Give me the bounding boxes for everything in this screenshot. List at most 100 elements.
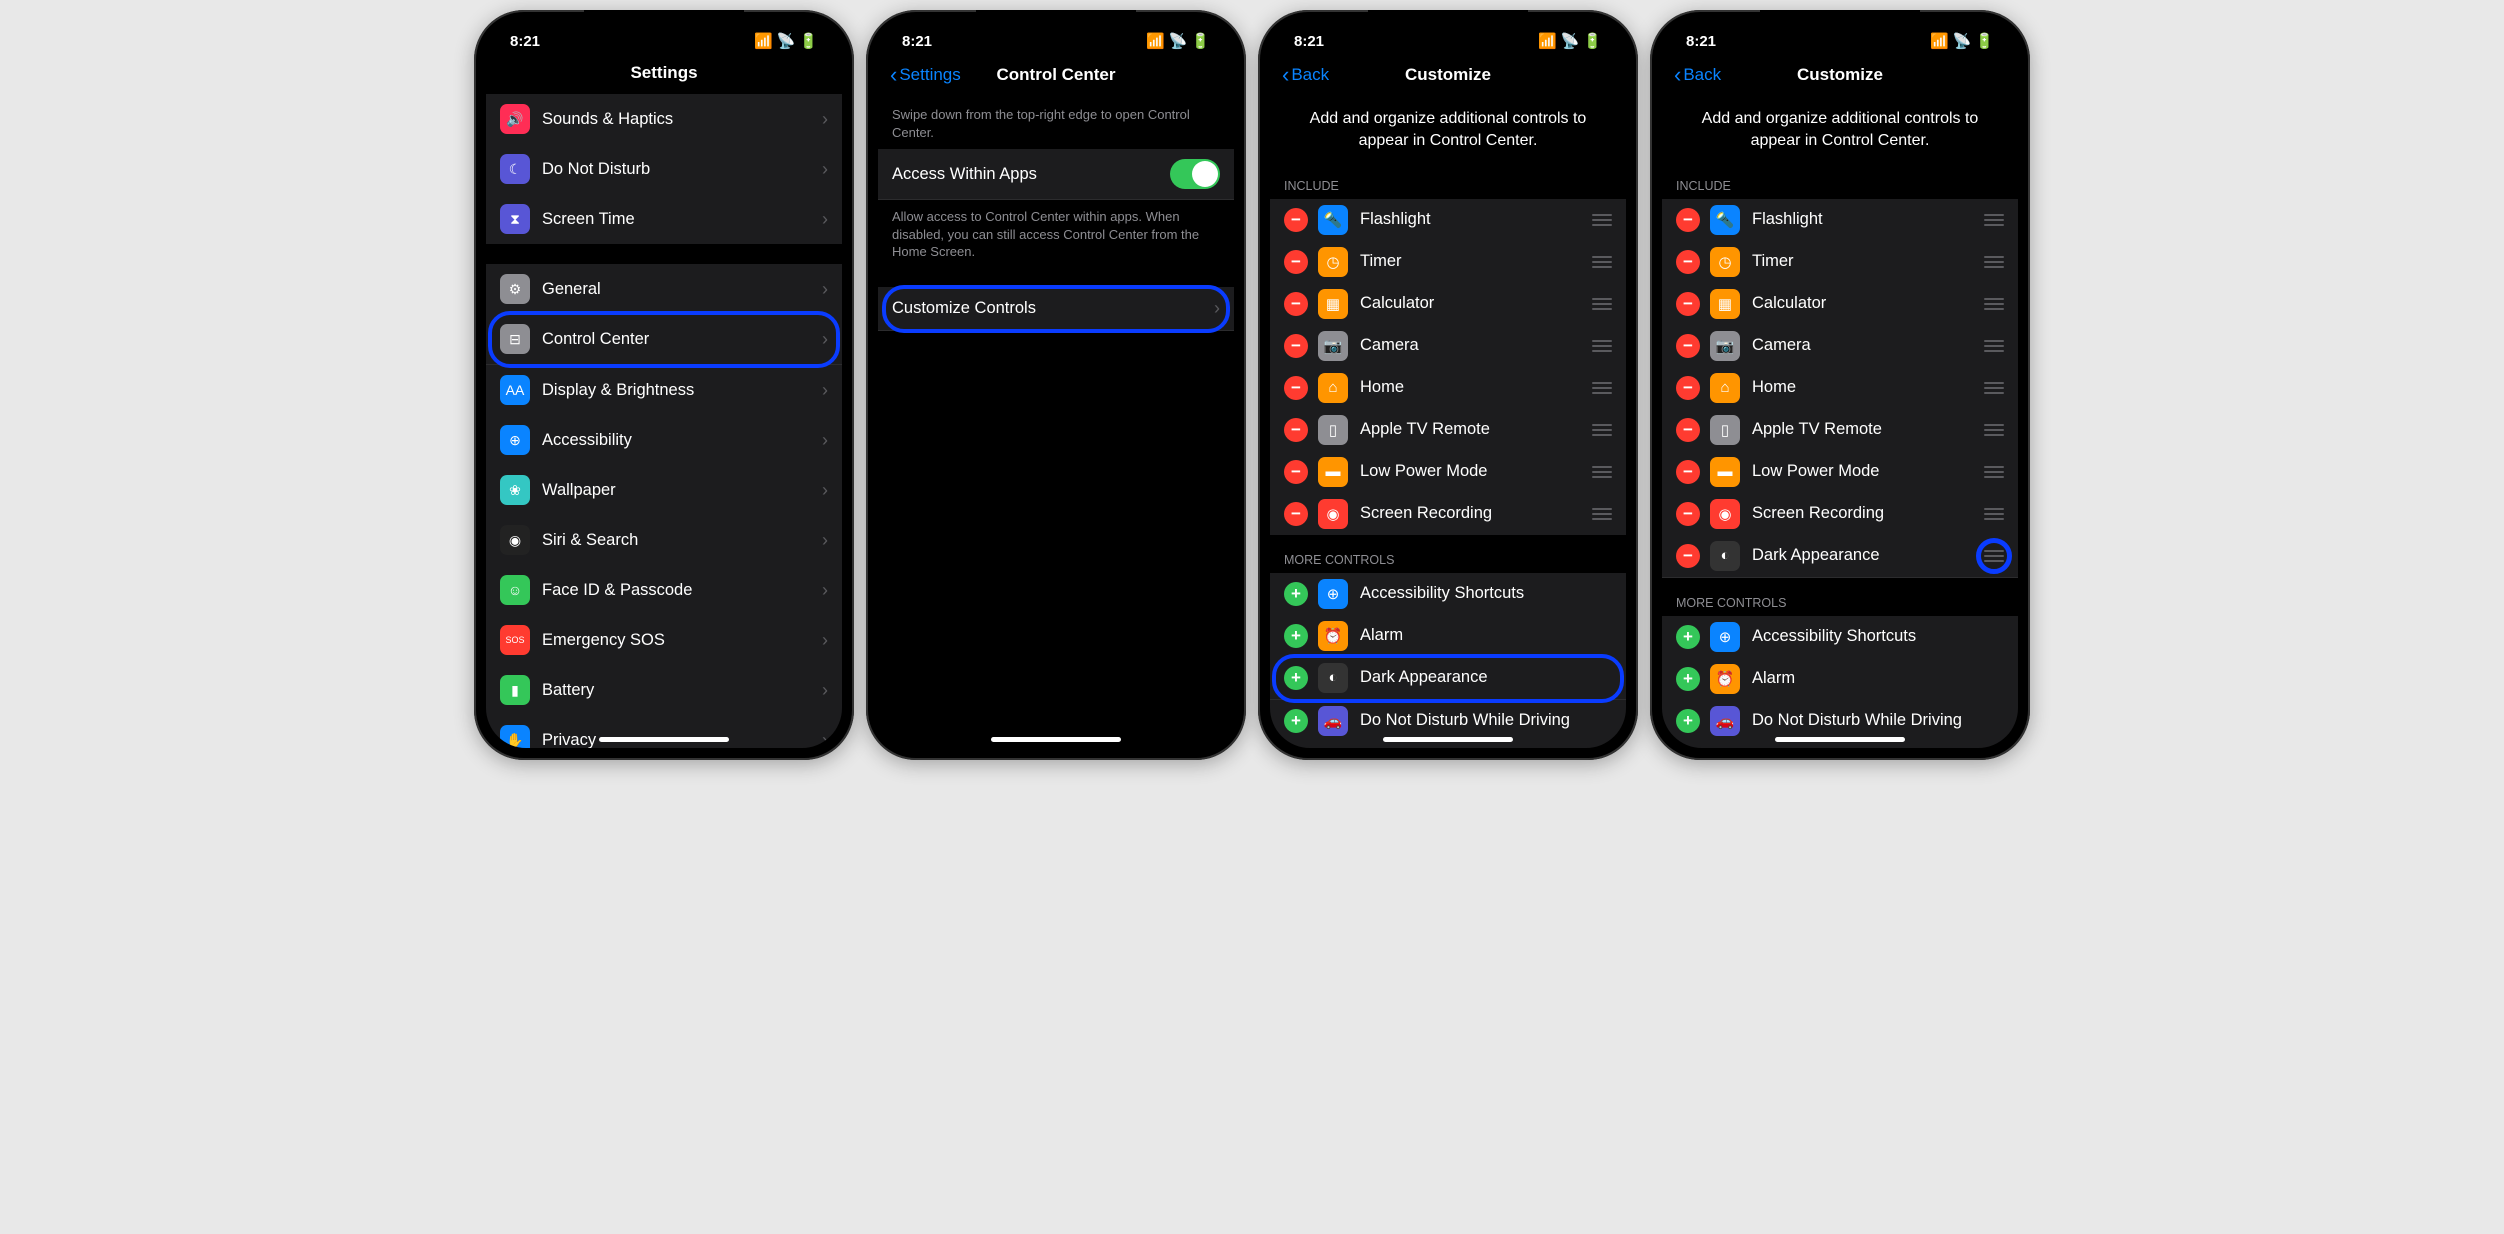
remove-button[interactable]: − <box>1284 460 1308 484</box>
remove-button[interactable]: − <box>1676 418 1700 442</box>
reorder-grip-icon[interactable] <box>1592 424 1612 436</box>
control-row[interactable]: − ▯ Apple TV Remote <box>1662 409 2018 451</box>
control-row[interactable]: − ⌂ Home <box>1662 367 2018 409</box>
settings-row[interactable]: SOS Emergency SOS › <box>486 615 842 665</box>
control-row[interactable]: + ✉ Feedback Assistant <box>1662 742 2018 748</box>
settings-row[interactable]: ⧗ Screen Time › <box>486 194 842 244</box>
remove-button[interactable]: − <box>1284 292 1308 316</box>
remove-button[interactable]: − <box>1284 418 1308 442</box>
settings-row[interactable]: ☺ Face ID & Passcode › <box>486 565 842 615</box>
settings-row[interactable]: ⊕ Accessibility › <box>486 415 842 465</box>
add-button[interactable]: + <box>1676 667 1700 691</box>
remove-button[interactable]: − <box>1676 292 1700 316</box>
control-row[interactable]: − ▯ Apple TV Remote <box>1270 409 1626 451</box>
remove-button[interactable]: − <box>1676 250 1700 274</box>
control-row[interactable]: − ◐ Dark Appearance <box>1662 535 2018 578</box>
control-row[interactable]: − ▦ Calculator <box>1662 283 2018 325</box>
control-row[interactable]: + ⊕ Accessibility Shortcuts <box>1662 616 2018 658</box>
control-row[interactable]: + ⏰ Alarm <box>1270 615 1626 657</box>
nav-bar: ‹ Settings Control Center <box>878 54 1234 98</box>
reorder-grip-icon[interactable] <box>1592 298 1612 310</box>
remove-button[interactable]: − <box>1284 250 1308 274</box>
control-row[interactable]: − 📷 Camera <box>1662 325 2018 367</box>
settings-row[interactable]: AA Display & Brightness › <box>486 365 842 415</box>
reorder-grip-icon[interactable] <box>1984 466 2004 478</box>
home-indicator[interactable] <box>1383 737 1513 742</box>
back-button[interactable]: ‹ Settings <box>890 62 961 88</box>
remove-button[interactable]: − <box>1676 208 1700 232</box>
control-row[interactable]: − ◷ Timer <box>1270 241 1626 283</box>
reorder-grip-icon[interactable] <box>1984 340 2004 352</box>
reorder-grip-icon[interactable] <box>1984 508 2004 520</box>
control-row[interactable]: − ◷ Timer <box>1662 241 2018 283</box>
reorder-grip-icon[interactable] <box>1592 256 1612 268</box>
add-button[interactable]: + <box>1284 624 1308 648</box>
reorder-grip-icon[interactable] <box>1984 550 2004 562</box>
reorder-grip-icon[interactable] <box>1592 382 1612 394</box>
home-indicator[interactable] <box>1775 737 1905 742</box>
reorder-grip-icon[interactable] <box>1984 214 2004 226</box>
control-row[interactable]: − 🔦 Flashlight <box>1662 199 2018 241</box>
add-button[interactable]: + <box>1676 709 1700 733</box>
settings-row[interactable]: ◉ Siri & Search › <box>486 515 842 565</box>
control-row[interactable]: − ▬ Low Power Mode <box>1270 451 1626 493</box>
customize-label: Customize Controls <box>892 299 1214 318</box>
add-button[interactable]: + <box>1284 582 1308 606</box>
settings-row[interactable]: ✋ Privacy › <box>486 715 842 748</box>
control-row[interactable]: + ⊕ Accessibility Shortcuts <box>1270 573 1626 615</box>
settings-row[interactable]: ⊟ Control Center › <box>486 314 842 365</box>
settings-row[interactable]: ☾ Do Not Disturb › <box>486 144 842 194</box>
reorder-grip-icon[interactable] <box>1592 340 1612 352</box>
control-row[interactable]: − 🔦 Flashlight <box>1270 199 1626 241</box>
control-center-settings[interactable]: Swipe down from the top-right edge to op… <box>878 98 1234 748</box>
settings-list[interactable]: 🔊 Sounds & Haptics › ☾ Do Not Disturb › … <box>486 94 842 748</box>
row-icon: ⊕ <box>500 425 530 455</box>
control-row[interactable]: − ◉ Screen Recording <box>1662 493 2018 535</box>
control-row[interactable]: − ◉ Screen Recording <box>1270 493 1626 535</box>
row-icon: ☾ <box>500 154 530 184</box>
control-row[interactable]: + ✉ Feedback Assistant <box>1270 742 1626 748</box>
settings-row[interactable]: ❀ Wallpaper › <box>486 465 842 515</box>
remove-button[interactable]: − <box>1676 502 1700 526</box>
control-icon: ⏰ <box>1710 664 1740 694</box>
control-row[interactable]: + 🚗 Do Not Disturb While Driving <box>1662 700 2018 742</box>
reorder-grip-icon[interactable] <box>1592 466 1612 478</box>
remove-button[interactable]: − <box>1284 334 1308 358</box>
control-row[interactable]: − ▦ Calculator <box>1270 283 1626 325</box>
remove-button[interactable]: − <box>1676 376 1700 400</box>
customize-controls-row[interactable]: Customize Controls › <box>878 287 1234 331</box>
remove-button[interactable]: − <box>1284 502 1308 526</box>
customize-list[interactable]: Add and organize additional controls to … <box>1662 98 2018 748</box>
control-row[interactable]: − ▬ Low Power Mode <box>1662 451 2018 493</box>
control-row[interactable]: + ◐ Dark Appearance <box>1270 657 1626 700</box>
control-row[interactable]: − 📷 Camera <box>1270 325 1626 367</box>
section-header: INCLUDE <box>1270 161 1626 199</box>
remove-button[interactable]: − <box>1676 544 1700 568</box>
remove-button[interactable]: − <box>1284 376 1308 400</box>
remove-button[interactable]: − <box>1284 208 1308 232</box>
reorder-grip-icon[interactable] <box>1592 508 1612 520</box>
home-indicator[interactable] <box>599 737 729 742</box>
control-row[interactable]: + ⏰ Alarm <box>1662 658 2018 700</box>
add-button[interactable]: + <box>1676 625 1700 649</box>
add-button[interactable]: + <box>1284 666 1308 690</box>
settings-row[interactable]: 🔊 Sounds & Haptics › <box>486 94 842 144</box>
control-row[interactable]: − ⌂ Home <box>1270 367 1626 409</box>
back-button[interactable]: ‹ Back <box>1674 62 1721 88</box>
reorder-grip-icon[interactable] <box>1592 214 1612 226</box>
settings-row[interactable]: ▮ Battery › <box>486 665 842 715</box>
add-button[interactable]: + <box>1284 709 1308 733</box>
control-row[interactable]: + 🚗 Do Not Disturb While Driving <box>1270 700 1626 742</box>
reorder-grip-icon[interactable] <box>1984 298 2004 310</box>
home-indicator[interactable] <box>991 737 1121 742</box>
reorder-grip-icon[interactable] <box>1984 382 2004 394</box>
reorder-grip-icon[interactable] <box>1984 256 2004 268</box>
remove-button[interactable]: − <box>1676 334 1700 358</box>
settings-row[interactable]: ⚙ General › <box>486 264 842 314</box>
customize-list[interactable]: Add and organize additional controls to … <box>1270 98 1626 748</box>
remove-button[interactable]: − <box>1676 460 1700 484</box>
reorder-grip-icon[interactable] <box>1984 424 2004 436</box>
access-toggle[interactable] <box>1170 159 1220 189</box>
access-within-apps-row[interactable]: Access Within Apps <box>878 149 1234 200</box>
back-button[interactable]: ‹ Back <box>1282 62 1329 88</box>
